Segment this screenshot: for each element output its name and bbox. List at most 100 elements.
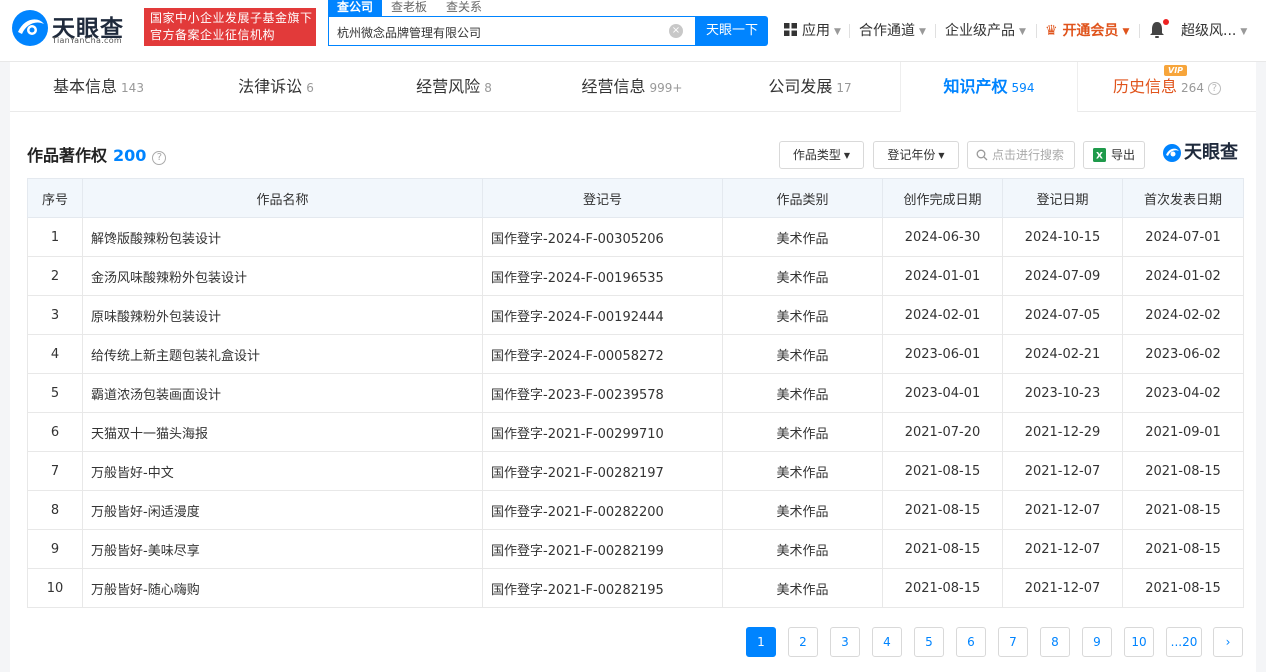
nav-enterprise[interactable]: 企业级产品 ▼ xyxy=(945,20,1026,42)
cell-category: 美术作品 xyxy=(722,295,883,335)
cell-published-date: 2023-04-02 xyxy=(1122,373,1244,413)
cell-reg-no: 国作登字-2021-F-00299710 xyxy=(482,412,723,452)
cell-registered-date: 2024-10-15 xyxy=(1002,217,1123,257)
tab-label: 公司发展 xyxy=(768,77,833,96)
page-button[interactable]: 6 xyxy=(956,627,986,657)
cell-published-date: 2021-08-15 xyxy=(1122,568,1244,608)
cell-created-date: 2021-07-20 xyxy=(882,412,1003,452)
chevron-down-icon: ▼ xyxy=(1122,27,1130,37)
table-row: 2 金汤风味酸辣粉外包装设计 国作登字-2024-F-00196535 美术作品 202… xyxy=(27,256,1244,296)
cell-index: 2 xyxy=(27,256,83,296)
page-button[interactable]: 5 xyxy=(914,627,944,657)
page-button[interactable]: 2 xyxy=(788,627,818,657)
tab-label: 法律诉讼 xyxy=(238,77,303,96)
vip-tag: VIP xyxy=(1164,65,1188,76)
clear-icon[interactable]: × xyxy=(669,24,683,38)
cell-published-date: 2021-08-15 xyxy=(1122,529,1244,569)
search-tab-company[interactable]: 查公司 xyxy=(328,0,383,16)
nav-apps[interactable]: 应用 ▼ xyxy=(784,20,841,42)
nav-divider xyxy=(1036,24,1037,38)
table-row: 8 万般皆好-闲适漫度 国作登字-2021-F-00282200 美术作品 2021-0… xyxy=(27,490,1244,530)
page-button[interactable]: 1 xyxy=(746,627,776,657)
table-search xyxy=(967,141,1075,169)
page-button[interactable]: 9 xyxy=(1082,627,1112,657)
help-icon[interactable]: ? xyxy=(1207,82,1221,95)
col-header-index: 序号 xyxy=(27,178,83,218)
tab-label: 经营风险 xyxy=(416,77,481,96)
nav-divider xyxy=(849,24,850,38)
tab-count: 143 xyxy=(121,81,144,95)
tab-intellectual-property[interactable]: 知识产权 594 xyxy=(900,62,1078,112)
export-button[interactable]: X 导出 xyxy=(1083,141,1145,169)
cell-reg-no: 国作登字-2024-F-00058272 xyxy=(482,334,723,374)
tab-basic-info[interactable]: 基本信息 143 xyxy=(10,62,187,112)
table-search-input[interactable] xyxy=(992,147,1072,163)
table-row: 1 解馋版酸辣粉包装设计 国作登字-2024-F-00305206 美术作品 2024-… xyxy=(27,217,1244,257)
search-tab-relation[interactable]: 查关系 xyxy=(446,0,482,16)
cell-work-name[interactable]: 金汤风味酸辣粉外包装设计 xyxy=(82,256,483,296)
tab-count: 999+ xyxy=(649,81,683,95)
cell-work-name[interactable]: 万般皆好-随心嗨购 xyxy=(82,568,483,608)
cell-work-name[interactable]: 解馋版酸辣粉包装设计 xyxy=(82,217,483,257)
page-button[interactable]: ...20 xyxy=(1166,627,1202,657)
help-icon[interactable]: ? xyxy=(152,151,167,165)
nav-user[interactable]: 超级风... ▼ xyxy=(1181,20,1247,42)
page-button[interactable]: 8 xyxy=(1040,627,1070,657)
search-button[interactable]: 天眼一下 xyxy=(696,16,768,46)
tab-development[interactable]: 公司发展 17 xyxy=(721,62,899,112)
col-header-published: 首次发表日期 xyxy=(1122,178,1244,218)
cell-reg-no: 国作登字-2021-F-00282197 xyxy=(482,451,723,491)
cell-registered-date: 2024-07-09 xyxy=(1002,256,1123,296)
cell-published-date: 2023-06-02 xyxy=(1122,334,1244,374)
nav-vip[interactable]: ♛ 开通会员 ▼ xyxy=(1045,20,1129,42)
top-header: 天眼查 TianYanCha.com 国家中小企业发展子基金旗下 官方备案企业征… xyxy=(0,0,1266,62)
cell-created-date: 2021-08-15 xyxy=(882,451,1003,491)
filter-work-type[interactable]: 作品类型 ▼ xyxy=(779,141,864,169)
tab-operation[interactable]: 经营信息 999+ xyxy=(543,62,721,112)
tab-count: 17 xyxy=(836,81,852,95)
cell-category: 美术作品 xyxy=(722,490,883,530)
page-button[interactable]: 3 xyxy=(830,627,860,657)
cell-work-name[interactable]: 天猫双十一猫头海报 xyxy=(82,412,483,452)
tab-label: 经营信息 xyxy=(581,77,646,96)
cell-published-date: 2021-08-15 xyxy=(1122,451,1244,491)
search-tab-boss[interactable]: 查老板 xyxy=(391,0,427,16)
cell-work-name[interactable]: 万般皆好-美味尽享 xyxy=(82,529,483,569)
site-logo[interactable]: 天眼查 TianYanCha.com xyxy=(10,8,138,48)
chevron-down-icon: ▼ xyxy=(1240,27,1248,37)
cell-work-name[interactable]: 万般皆好-中文 xyxy=(82,451,483,491)
cell-work-name[interactable]: 原味酸辣粉外包装设计 xyxy=(82,295,483,335)
table-row: 4 给传统上新主题包装礼盒设计 国作登字-2024-F-00058272 美术作品 20… xyxy=(27,334,1244,374)
section-title: 作品著作权 200? xyxy=(27,142,167,166)
next-page-button[interactable]: › xyxy=(1213,627,1243,657)
cell-work-name[interactable]: 霸道浓汤包装画面设计 xyxy=(82,373,483,413)
cell-work-name[interactable]: 万般皆好-闲适漫度 xyxy=(82,490,483,530)
cell-created-date: 2023-04-01 xyxy=(882,373,1003,413)
cell-registered-date: 2021-12-29 xyxy=(1002,412,1123,452)
tab-count: 264 xyxy=(1181,81,1204,95)
page-button[interactable]: 4 xyxy=(872,627,902,657)
cell-category: 美术作品 xyxy=(722,373,883,413)
cell-registered-date: 2021-12-07 xyxy=(1002,490,1123,530)
nav-vip-label: 开通会员 xyxy=(1062,23,1119,39)
cell-created-date: 2023-06-01 xyxy=(882,334,1003,374)
cell-category: 美术作品 xyxy=(722,217,883,257)
search-input[interactable] xyxy=(337,23,657,41)
watermark-text: 天眼查 xyxy=(1184,142,1238,163)
chevron-down-icon: ▼ xyxy=(834,27,841,37)
page-button[interactable]: 7 xyxy=(998,627,1028,657)
tab-legal[interactable]: 法律诉讼 6 xyxy=(187,62,365,112)
cell-work-name[interactable]: 给传统上新主题包装礼盒设计 xyxy=(82,334,483,374)
filter-year[interactable]: 登记年份 ▼ xyxy=(873,141,959,169)
tab-risk[interactable]: 经营风险 8 xyxy=(365,62,543,112)
nav-divider xyxy=(935,24,936,38)
tab-count: 594 xyxy=(1011,81,1035,95)
nav-apps-label: 应用 xyxy=(802,23,830,39)
official-badge: 国家中小企业发展子基金旗下 官方备案企业征信机构 xyxy=(144,8,316,46)
cell-reg-no: 国作登字-2021-F-00282200 xyxy=(482,490,723,530)
nav-channel[interactable]: 合作通道 ▼ xyxy=(859,20,926,42)
logo-mark-icon xyxy=(12,10,48,46)
page-button[interactable]: 10 xyxy=(1124,627,1154,657)
cell-published-date: 2024-07-01 xyxy=(1122,217,1244,257)
cell-registered-date: 2024-02-21 xyxy=(1002,334,1123,374)
